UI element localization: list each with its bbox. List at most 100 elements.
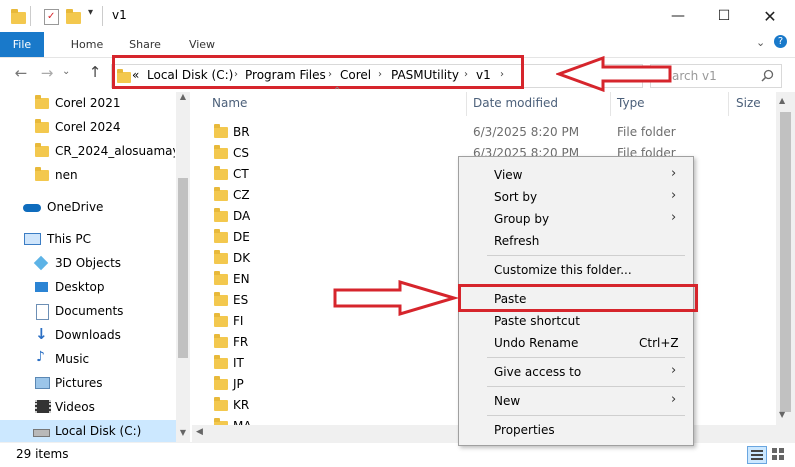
folder-icon: [214, 376, 228, 390]
nav-item-local-disk[interactable]: Local Disk (C:): [0, 420, 176, 444]
menu-item-new[interactable]: New ›: [459, 390, 693, 412]
nav-item-desktop[interactable]: Desktop: [0, 276, 176, 300]
up-button[interactable]: ↑: [84, 63, 106, 81]
videos-icon: [35, 400, 51, 413]
nav-item-label: Music: [55, 352, 90, 366]
nav-item-label: Videos: [55, 400, 95, 414]
column-date-modified[interactable]: Date modified: [473, 96, 558, 110]
submenu-arrow-icon: ›: [671, 392, 677, 407]
nav-item-onedrive[interactable]: OneDrive: [0, 196, 176, 220]
menu-item-customize-folder[interactable]: Customize this folder...: [459, 259, 693, 281]
column-divider[interactable]: [466, 92, 467, 116]
divider: [102, 6, 103, 26]
minimize-button[interactable]: —: [655, 0, 701, 32]
search-icon: [761, 69, 774, 82]
tab-file[interactable]: File: [0, 32, 44, 57]
row-name: DA: [233, 209, 251, 223]
music-icon: ♪: [36, 349, 45, 365]
back-button[interactable]: ←: [10, 64, 32, 82]
menu-item-refresh[interactable]: Refresh: [459, 230, 693, 252]
maximize-button[interactable]: ☐: [701, 0, 747, 32]
nav-item-label: Corel 2021: [55, 96, 121, 110]
scroll-down-icon[interactable]: ▼: [176, 428, 190, 438]
tab-share[interactable]: Share: [120, 32, 170, 57]
window-title: v1: [112, 8, 127, 22]
nav-item-label: This PC: [47, 232, 91, 246]
menu-item-label: Sort by: [494, 190, 538, 204]
help-icon[interactable]: ?: [774, 35, 787, 48]
nav-scrollbar[interactable]: ▲ ▼: [176, 92, 190, 442]
scroll-thumb[interactable]: [780, 112, 791, 412]
vertical-scrollbar[interactable]: ▲ ▼: [776, 92, 795, 442]
folder-icon: [35, 167, 49, 181]
address-highlight-box: [112, 55, 524, 89]
menu-item-label: View: [494, 168, 523, 182]
table-row[interactable]: BR 6/3/2025 8:20 PM File folder: [192, 122, 776, 143]
nav-item-label: Desktop: [55, 280, 105, 294]
nav-item-3d-objects[interactable]: 3D Objects: [0, 252, 176, 276]
folder-icon: [214, 292, 228, 306]
scroll-down-icon[interactable]: ▼: [779, 410, 785, 419]
downloads-icon: ↓: [35, 325, 48, 343]
nav-item-nen[interactable]: nen: [0, 164, 176, 188]
nav-item-cr-2024[interactable]: CR_2024_alosuamaytin: [0, 140, 176, 164]
submenu-arrow-icon: ›: [671, 363, 677, 378]
menu-item-paste-shortcut[interactable]: Paste shortcut: [459, 310, 693, 332]
column-size[interactable]: Size: [736, 96, 761, 110]
quick-access-dropdown-icon[interactable]: ▾: [88, 7, 93, 18]
recent-locations-icon[interactable]: ⌄: [62, 66, 70, 77]
sort-indicator-icon: ⌃: [333, 86, 342, 97]
folder-icon: [214, 334, 228, 348]
scroll-left-icon[interactable]: ◀: [196, 427, 203, 437]
annotation-arrow-left: [556, 55, 672, 93]
details-view-icon[interactable]: [747, 446, 767, 464]
menu-item-properties[interactable]: Properties: [459, 419, 693, 441]
nav-item-videos[interactable]: Videos: [0, 396, 176, 420]
menu-item-give-access[interactable]: Give access to ›: [459, 361, 693, 383]
column-divider[interactable]: [728, 92, 729, 116]
menu-item-label: Customize this folder...: [494, 263, 632, 277]
folder-icon: [214, 397, 228, 411]
ribbon-expand-icon[interactable]: ⌄: [756, 36, 765, 49]
menu-item-sort-by[interactable]: Sort by ›: [459, 186, 693, 208]
nav-item-downloads[interactable]: ↓ Downloads: [0, 324, 176, 348]
scroll-up-icon[interactable]: ▲: [779, 96, 785, 105]
menu-item-view[interactable]: View ›: [459, 164, 693, 186]
menu-item-label: Give access to: [494, 365, 582, 379]
nav-item-documents[interactable]: Documents: [0, 300, 176, 324]
column-divider[interactable]: [610, 92, 611, 116]
nav-item-label: nen: [55, 168, 78, 182]
menu-item-undo-rename[interactable]: Undo Rename Ctrl+Z: [459, 332, 693, 354]
row-type: File folder: [617, 125, 676, 139]
folder-icon: [35, 119, 49, 133]
menu-item-group-by[interactable]: Group by ›: [459, 208, 693, 230]
folder-icon: [214, 355, 228, 369]
folder-icon[interactable]: [11, 9, 26, 24]
nav-item-pictures[interactable]: Pictures: [0, 372, 176, 396]
nav-item-this-pc[interactable]: This PC: [0, 228, 176, 252]
nav-item-corel-2021[interactable]: Corel 2021: [0, 92, 176, 116]
folder-icon: [214, 208, 228, 222]
nav-item-label: Local Disk (C:): [55, 424, 142, 438]
row-name: JP: [233, 377, 244, 391]
large-icons-view-icon[interactable]: [772, 448, 786, 460]
properties-checkmark-icon[interactable]: ✓: [44, 9, 59, 25]
desktop-icon: [35, 282, 48, 292]
column-name[interactable]: Name: [212, 96, 247, 110]
nav-item-label: OneDrive: [47, 200, 104, 214]
nav-item-corel-2024[interactable]: Corel 2024: [0, 116, 176, 140]
nav-item-music[interactable]: ♪ Music: [0, 348, 176, 372]
tab-home[interactable]: Home: [62, 32, 112, 57]
nav-scroll-thumb[interactable]: [178, 178, 188, 358]
submenu-arrow-icon: ›: [671, 166, 677, 181]
navigation-pane: Corel 2021 Corel 2024 CR_2024_alosuamayt…: [0, 92, 190, 444]
forward-button[interactable]: →: [36, 64, 58, 82]
new-folder-icon[interactable]: [66, 9, 81, 24]
scroll-up-icon[interactable]: ▲: [176, 92, 190, 102]
column-type[interactable]: Type: [617, 96, 645, 110]
nav-item-label: Corel 2024: [55, 120, 121, 134]
close-button[interactable]: ✕: [747, 0, 793, 32]
row-name: FI: [233, 314, 244, 328]
row-name: KR: [233, 398, 250, 412]
tab-view[interactable]: View: [177, 32, 227, 57]
